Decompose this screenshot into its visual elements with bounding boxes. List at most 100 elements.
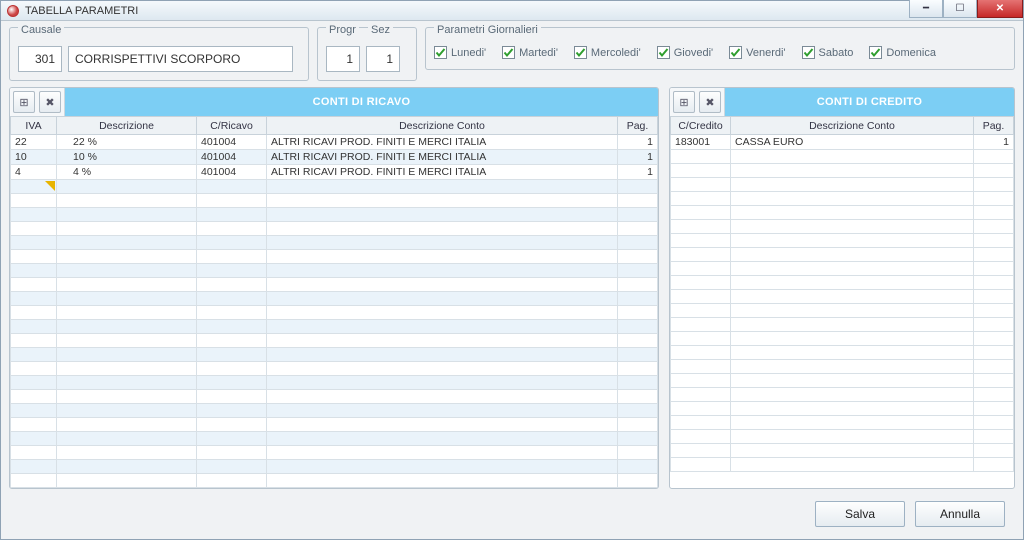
credito-new-button[interactable]: ⊞ xyxy=(673,91,695,113)
sez-label: Sez xyxy=(368,25,393,36)
causale-desc-input[interactable] xyxy=(68,46,293,72)
table-row[interactable] xyxy=(11,236,658,250)
col-dconto[interactable]: Descrizione Conto xyxy=(267,117,618,135)
edit-marker-icon xyxy=(45,181,55,191)
cancel-button[interactable]: Annulla xyxy=(915,501,1005,527)
table-row[interactable] xyxy=(671,262,1014,276)
table-row[interactable] xyxy=(671,192,1014,206)
delete-icon: ✖ xyxy=(705,96,714,109)
day-checkbox-1[interactable]: Martedi' xyxy=(502,46,558,59)
top-fields: Causale Progr Sez Parametri Giornalieri … xyxy=(9,27,1015,81)
delete-icon: ✖ xyxy=(45,96,54,109)
table-row[interactable] xyxy=(671,164,1014,178)
progr-label: Progr xyxy=(326,25,359,36)
table-row[interactable]: 2222 %401004ALTRI RICAVI PROD. FINITI E … xyxy=(11,135,658,150)
table-row[interactable] xyxy=(11,320,658,334)
ricavo-title: CONTI DI RICAVO xyxy=(65,88,658,116)
table-row[interactable]: 183001CASSA EURO1 xyxy=(671,135,1014,150)
table-row[interactable] xyxy=(671,360,1014,374)
col-pag2[interactable]: Pag. xyxy=(974,117,1014,135)
table-row[interactable] xyxy=(671,444,1014,458)
table-row[interactable] xyxy=(11,222,658,236)
plus-icon: ⊞ xyxy=(19,96,28,109)
table-row[interactable] xyxy=(671,332,1014,346)
save-button[interactable]: Salva xyxy=(815,501,905,527)
table-row[interactable] xyxy=(671,248,1014,262)
table-row[interactable] xyxy=(11,278,658,292)
table-row[interactable] xyxy=(11,264,658,278)
col-cricavo[interactable]: C/Ricavo xyxy=(197,117,267,135)
table-row[interactable] xyxy=(671,402,1014,416)
col-dconto2[interactable]: Descrizione Conto xyxy=(731,117,974,135)
progr-group: Progr Sez xyxy=(317,27,417,81)
table-row[interactable] xyxy=(671,304,1014,318)
table-row[interactable] xyxy=(671,234,1014,248)
ricavo-grid[interactable]: IVA Descrizione C/Ricavo Descrizione Con… xyxy=(10,116,658,488)
day-checkbox-6[interactable]: Domenica xyxy=(869,46,936,59)
table-row[interactable] xyxy=(11,418,658,432)
edit-row[interactable] xyxy=(11,180,658,194)
table-row[interactable] xyxy=(671,220,1014,234)
day-checkbox-4[interactable]: Venerdi' xyxy=(729,46,785,59)
credito-tools: ⊞ ✖ xyxy=(670,88,725,116)
table-row[interactable] xyxy=(11,460,658,474)
table-row[interactable] xyxy=(11,194,658,208)
table-row[interactable] xyxy=(671,458,1014,472)
app-icon xyxy=(7,5,19,17)
credito-delete-button[interactable]: ✖ xyxy=(699,91,721,113)
table-row[interactable] xyxy=(11,334,658,348)
table-row[interactable] xyxy=(671,150,1014,164)
progr-input[interactable] xyxy=(326,46,360,72)
app-window: TABELLA PARAMETRI ━ ☐ ✕ Causale Progr Se… xyxy=(0,0,1024,540)
table-row[interactable] xyxy=(671,374,1014,388)
causale-label: Causale xyxy=(18,25,64,36)
window-title: TABELLA PARAMETRI xyxy=(25,5,138,17)
daily-label: Parametri Giornalieri xyxy=(434,25,541,36)
credito-grid[interactable]: C/Credito Descrizione Conto Pag. 183001C… xyxy=(670,116,1014,488)
table-row[interactable] xyxy=(11,208,658,222)
day-label: Giovedi' xyxy=(674,47,713,59)
content-area: Causale Progr Sez Parametri Giornalieri … xyxy=(1,21,1023,539)
table-row[interactable] xyxy=(11,474,658,488)
table-row[interactable] xyxy=(11,250,658,264)
credito-head: ⊞ ✖ CONTI DI CREDITO xyxy=(670,88,1014,116)
day-label: Sabato xyxy=(819,47,854,59)
ricavo-delete-button[interactable]: ✖ xyxy=(39,91,61,113)
ricavo-new-button[interactable]: ⊞ xyxy=(13,91,35,113)
table-row[interactable] xyxy=(11,390,658,404)
table-row[interactable] xyxy=(671,318,1014,332)
table-row[interactable] xyxy=(671,388,1014,402)
table-row[interactable] xyxy=(11,348,658,362)
table-row[interactable] xyxy=(671,276,1014,290)
day-checkbox-0[interactable]: Lunedi' xyxy=(434,46,486,59)
table-row[interactable] xyxy=(671,290,1014,304)
ricavo-table: IVA Descrizione C/Ricavo Descrizione Con… xyxy=(10,116,658,488)
table-row[interactable] xyxy=(11,362,658,376)
day-checkbox-2[interactable]: Mercoledi' xyxy=(574,46,641,59)
col-iva[interactable]: IVA xyxy=(11,117,57,135)
maximize-button[interactable]: ☐ xyxy=(943,0,977,18)
table-row[interactable] xyxy=(671,206,1014,220)
ricavo-panel: ⊞ ✖ CONTI DI RICAVO IVA Descrizione xyxy=(9,87,659,489)
table-row[interactable] xyxy=(11,446,658,460)
table-row[interactable] xyxy=(11,404,658,418)
table-row[interactable] xyxy=(671,416,1014,430)
table-row[interactable] xyxy=(11,306,658,320)
table-row[interactable] xyxy=(11,432,658,446)
table-row[interactable]: 44 %401004ALTRI RICAVI PROD. FINITI E ME… xyxy=(11,165,658,180)
col-desc[interactable]: Descrizione xyxy=(57,117,197,135)
sez-input[interactable] xyxy=(366,46,400,72)
table-row[interactable] xyxy=(671,430,1014,444)
table-row[interactable]: 1010 %401004ALTRI RICAVI PROD. FINITI E … xyxy=(11,150,658,165)
table-row[interactable] xyxy=(671,178,1014,192)
minimize-button[interactable]: ━ xyxy=(909,0,943,18)
day-checkbox-5[interactable]: Sabato xyxy=(802,46,854,59)
table-row[interactable] xyxy=(11,292,658,306)
close-button[interactable]: ✕ xyxy=(977,0,1023,18)
day-checkbox-3[interactable]: Giovedi' xyxy=(657,46,713,59)
causale-code-input[interactable] xyxy=(18,46,62,72)
col-pag[interactable]: Pag. xyxy=(618,117,658,135)
col-ccredito[interactable]: C/Credito xyxy=(671,117,731,135)
table-row[interactable] xyxy=(11,376,658,390)
table-row[interactable] xyxy=(671,346,1014,360)
